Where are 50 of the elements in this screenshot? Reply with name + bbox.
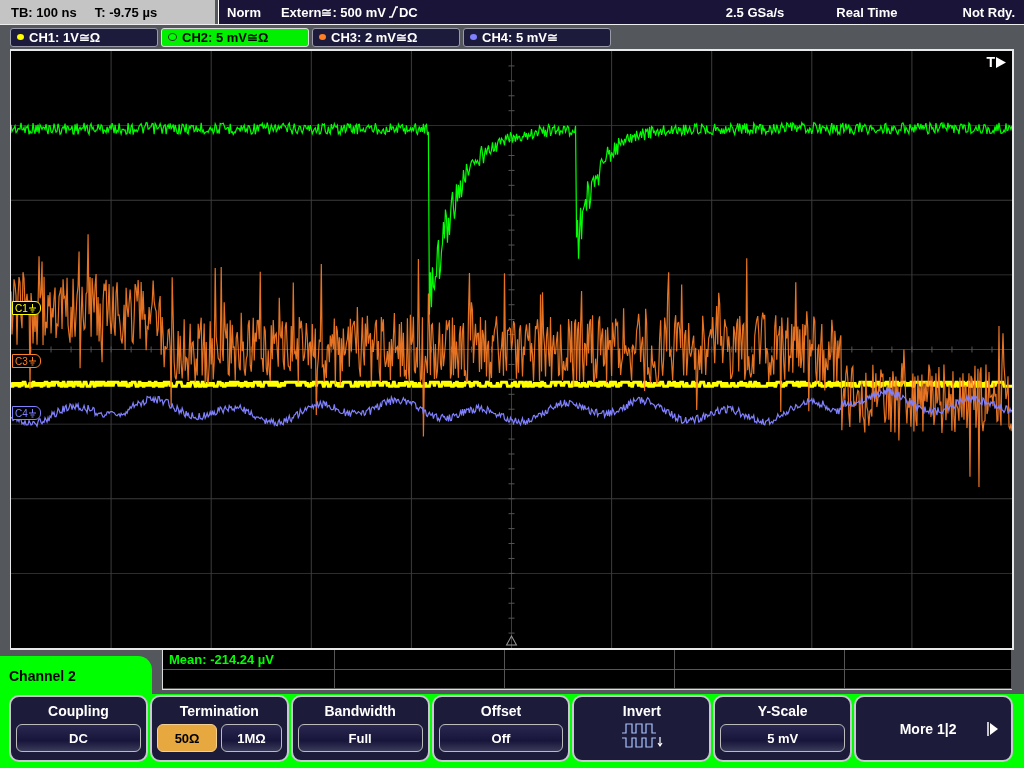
channel-marker[interactable]: C3	[12, 354, 41, 368]
softkey[interactable]: Invert	[572, 695, 712, 762]
softkey[interactable]: Y-Scale 5 mV	[713, 695, 853, 762]
acquisition-mode-label: Real Time	[836, 4, 898, 20]
softkey-label: Offset	[480, 703, 522, 719]
value-button[interactable]: 5 mV	[720, 724, 846, 752]
channel-marker[interactable]: C4	[12, 406, 41, 420]
channel-tab[interactable]: CH3: 2 mV≅Ω	[312, 27, 460, 47]
pulse-invert-icon	[619, 721, 664, 751]
trigger-label: T	[986, 54, 995, 70]
trigger-time-label: T: -9.75 µs	[94, 4, 158, 20]
ground-icon	[28, 356, 36, 366]
triangle-right-icon	[996, 56, 1006, 68]
softkey-label: Coupling	[48, 703, 109, 719]
measurement-value: Mean: -214.24 µV	[169, 652, 275, 667]
value-button[interactable]: Off	[438, 724, 564, 752]
softkey[interactable]: Termination 50Ω 1MΩ	[149, 695, 289, 762]
channel-tab-label: CH3: 2 mV≅Ω	[331, 29, 418, 45]
caret-right-icon	[986, 721, 998, 736]
softkey[interactable]: More 1|2	[854, 695, 1013, 762]
softkey-label: Invert	[622, 703, 661, 719]
menu-title: Channel 2	[0, 656, 152, 694]
channel-tab-label: CH1: 1V≅Ω	[29, 29, 101, 45]
option-button[interactable]: 50Ω	[156, 724, 218, 752]
status-label: Not Rdy.	[962, 4, 1015, 20]
softkey-label: More 1|2	[899, 720, 957, 737]
trigger-position-icon	[506, 635, 517, 646]
softkey[interactable]: Offset Off	[431, 695, 571, 762]
softkey[interactable]: Coupling DC	[9, 695, 148, 762]
trigger-mode-label: Norm	[227, 4, 261, 20]
ground-icon	[28, 408, 36, 418]
softkey[interactable]: Bandwidth Full	[290, 695, 430, 762]
value-button[interactable]: DC	[16, 724, 141, 752]
channel-marker[interactable]: C1	[12, 301, 41, 315]
value-button[interactable]: Full	[297, 724, 423, 752]
rising-edge-icon	[388, 6, 398, 18]
option-button[interactable]: 1MΩ	[221, 724, 282, 752]
ground-icon	[28, 303, 36, 313]
trigger-source-label: Extern≅: 500 mV	[280, 4, 386, 20]
softkey-label: Y-Scale	[757, 703, 808, 719]
softkey-label: Bandwidth	[324, 703, 396, 719]
sample-rate-label: 2.5 GSa/s	[725, 4, 785, 20]
channel-tab[interactable]: CH1: 1V≅Ω	[10, 27, 158, 47]
channel-tab[interactable]: CH4: 5 mV≅	[463, 27, 611, 47]
timebase-label: TB: 100 ns	[11, 4, 77, 20]
channel-tab-label: CH2: 5 mV≅Ω	[182, 29, 269, 45]
channel-tab[interactable]: CH2: 5 mV≅Ω	[161, 27, 309, 47]
channel-tab-label: CH4: 5 mV≅	[482, 29, 559, 45]
trigger-coupling-label: DC	[398, 4, 418, 20]
softkey-label: Termination	[179, 703, 259, 719]
